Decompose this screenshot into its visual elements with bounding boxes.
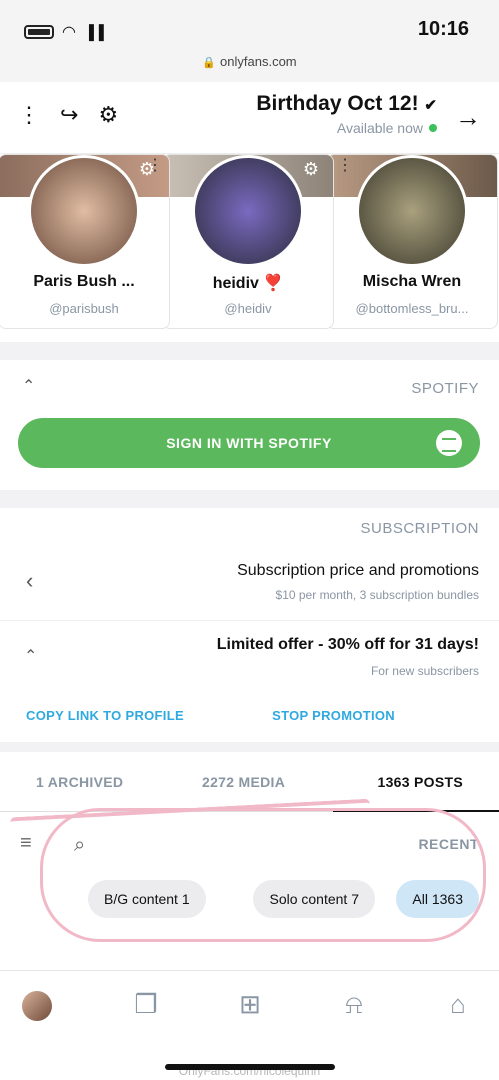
availability-status: Available now [337, 120, 437, 136]
status-icons: ◠ ▐▐ [24, 22, 104, 42]
clock: 10:16 [417, 18, 469, 40]
status-bar: ◠ ▐▐ 10:16 🔒 onlyfans.com [0, 0, 499, 82]
home-icon[interactable]: ⌂ [438, 989, 478, 1020]
wifi-icon: ◠ [62, 24, 76, 41]
chevron-up-icon[interactable]: ⌃ [24, 646, 37, 666]
add-post-icon[interactable]: ⊞ [230, 989, 270, 1020]
profile-nav-item[interactable] [22, 991, 62, 1021]
suggestion-name: heidiv ❣️ [212, 275, 284, 292]
divider [0, 620, 499, 621]
avatar [192, 155, 304, 267]
section-divider [0, 742, 499, 752]
suggestion-card[interactable]: ⋮ Mischa Wren @bottomless_bru... [326, 154, 498, 329]
spotify-section-title: SPOTIFY [411, 380, 479, 397]
spotify-sign-in-button[interactable]: SIGN IN WITH SPOTIFY [18, 418, 480, 468]
profile-header: → Birthday Oct 12! ✔ Available now ⋮ ↪ ⚙ [0, 82, 499, 154]
spotify-icon [436, 430, 462, 456]
section-divider [0, 490, 499, 508]
signal-icon: ▐▐ [83, 24, 104, 40]
subscription-row-subtitle: $10 per month, 3 subscription bundles [275, 588, 479, 602]
section-divider [0, 342, 499, 360]
home-indicator[interactable] [165, 1064, 335, 1070]
filter-icon[interactable]: ≡ [20, 832, 32, 855]
copy-link-button[interactable]: COPY LINK TO PROFILE [26, 708, 184, 723]
suggestion-card[interactable]: ⚙ heidiv ❣️ @heidiv [162, 154, 334, 329]
suggestion-handle: @heidiv [224, 301, 272, 316]
tab-archived[interactable]: 1 ARCHIVED [36, 774, 123, 790]
messages-icon[interactable]: ❒ [126, 989, 166, 1020]
lock-icon: 🔒 [202, 57, 217, 69]
spotify-button-label: SIGN IN WITH SPOTIFY [166, 435, 332, 451]
chevron-up-icon[interactable]: ⌃ [22, 376, 35, 396]
header-actions: ⋮ ↪ ⚙ [18, 102, 118, 128]
bell-icon[interactable]: ⍾ [334, 989, 374, 1021]
stop-promotion-link[interactable]: STOP PROMOTION [272, 708, 395, 723]
suggestion-name: Mischa Wren [362, 273, 462, 290]
avatar [22, 991, 52, 1021]
more-icon[interactable]: ⋮ [337, 155, 353, 175]
chevron-left-icon[interactable]: ‹ [26, 568, 33, 594]
profile-name: Birthday Oct 12! ✔ [256, 92, 437, 115]
subscription-row-title[interactable]: Subscription price and promotions [237, 562, 479, 580]
offer-subtitle: For new subscribers [370, 664, 479, 678]
annotation-circle [40, 808, 486, 942]
suggestions-carousel[interactable]: ⋮ Mischa Wren @bottomless_bru... ⚙ heidi… [0, 154, 499, 338]
battery-icon [24, 25, 54, 39]
suggestion-handle: @bottomless_bru... [355, 301, 469, 316]
tab-posts[interactable]: 1363 POSTS [378, 774, 464, 790]
avatar [356, 155, 468, 267]
more-icon[interactable]: ⋮ [18, 102, 40, 128]
gear-icon[interactable]: ⚙ [303, 159, 319, 180]
url-text: onlyfans.com [220, 54, 297, 69]
suggestion-card[interactable]: ⚙ ⋮ Paris Bush ... @parisbush [0, 154, 170, 329]
online-dot-icon [429, 124, 437, 132]
availability-label: Available now [336, 120, 423, 136]
tab-media[interactable]: 2272 MEDIA [202, 774, 285, 790]
gear-icon[interactable]: ⚙ [98, 102, 118, 128]
offer-title: Limited offer - 30% off for 31 days! [216, 636, 479, 653]
share-icon[interactable]: ↪ [60, 102, 78, 128]
avatar [28, 155, 140, 267]
suggestion-name: Paris Bush ... [33, 273, 135, 290]
address-bar[interactable]: 🔒 onlyfans.com [0, 54, 499, 69]
back-arrow-icon[interactable]: → [455, 102, 481, 133]
suggestion-handle: @parisbush [49, 301, 119, 316]
more-icon[interactable]: ⋮ [147, 155, 163, 175]
profile-tabs: 1363 POSTS 2272 MEDIA 1 ARCHIVED [0, 752, 499, 812]
verified-icon: ✔ [424, 97, 437, 114]
subscription-section-title: SUBSCRIPTION [360, 520, 479, 537]
